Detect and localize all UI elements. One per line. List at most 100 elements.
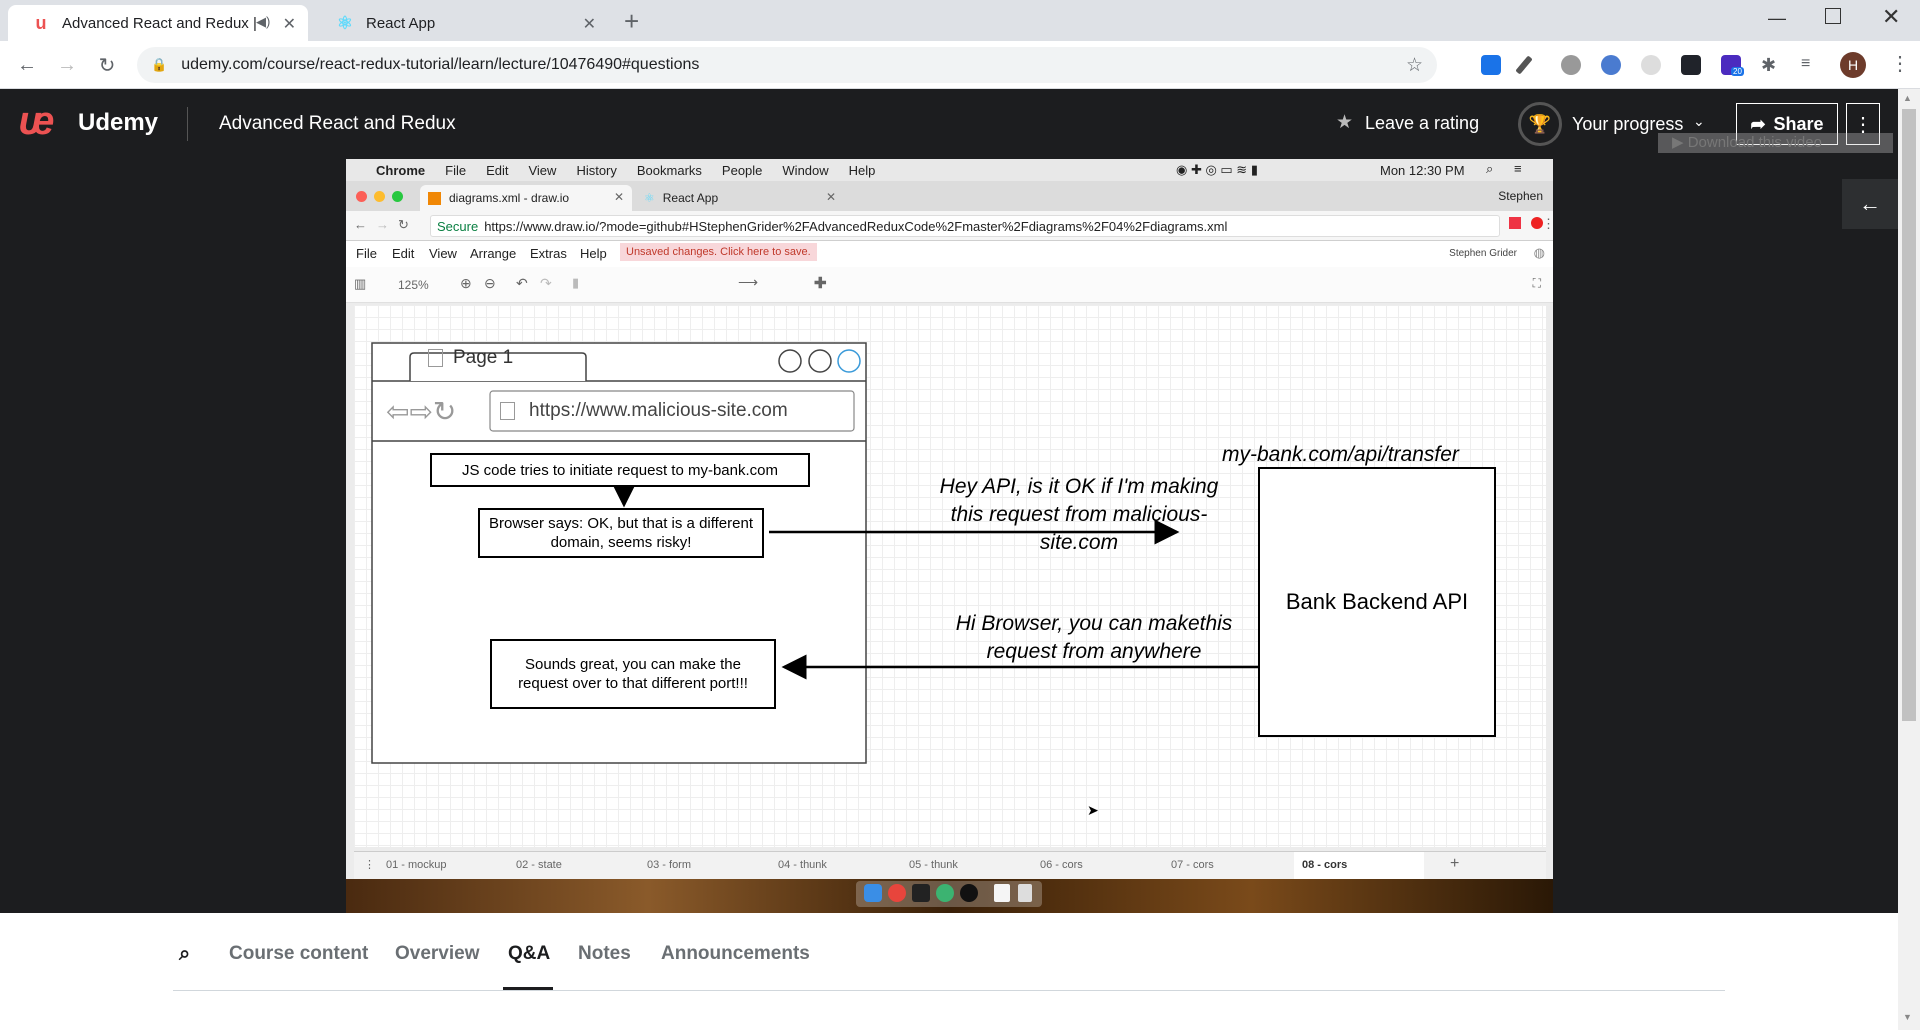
browser-tab-udemy[interactable]: u Advanced React and Redux | ◀) ✕ <box>8 5 308 41</box>
course-title[interactable]: Advanced React and Redux <box>219 113 456 135</box>
close-tab-icon[interactable]: ✕ <box>283 14 296 34</box>
react-favicon-icon: ⚛ <box>336 12 354 33</box>
mac-tab-drawio: diagrams.xml - draw.io ✕ <box>420 185 632 211</box>
scrollbar-thumb[interactable] <box>1902 109 1916 721</box>
reload-icon[interactable]: ↻ <box>93 51 121 79</box>
box-sounds-great: Sounds great, you can make the request o… <box>490 639 776 709</box>
drawio-account: Stephen Grider <box>1449 248 1517 259</box>
close-window-icon[interactable]: ✕ <box>1882 4 1900 30</box>
share-label: Share <box>1773 113 1824 134</box>
tab-course-content[interactable]: Course content <box>229 943 368 965</box>
menu-icon: ⋮ <box>1542 216 1553 231</box>
box-js-request: JS code tries to initiate request to my-… <box>430 453 810 487</box>
notification-icon: ≡ <box>1514 161 1522 176</box>
mac-menu-item: Edit <box>486 162 509 178</box>
restore-icon[interactable] <box>1825 8 1841 24</box>
redo-icon: ↷ <box>540 275 552 291</box>
mac-chrome-user: Stephen <box>1498 189 1543 203</box>
request-message-label: Hey API, is it OK if I'm making this req… <box>939 475 1219 554</box>
mac-address-bar: ← → ↻ Secure https://www.draw.io/?mode=g… <box>346 211 1553 241</box>
extension-icon[interactable] <box>1481 55 1501 75</box>
delete-icon: ▮ <box>572 275 580 290</box>
tab-announcements[interactable]: Announcements <box>661 943 810 965</box>
minimize-icon[interactable]: — <box>1768 8 1786 29</box>
mac-clock: Mon 12:30 PM <box>1380 163 1465 178</box>
mac-url-field: Secure https://www.draw.io/?mode=github#… <box>430 215 1500 237</box>
mac-tab-react-app: ⚛ React App ✕ <box>636 185 844 211</box>
react-favicon-icon: ⚛ <box>644 191 655 205</box>
scroll-down-icon[interactable]: ▼ <box>1903 1012 1912 1022</box>
insert-icon: ✚ <box>814 275 827 292</box>
mac-menu-item: View <box>528 162 557 178</box>
scroll-up-icon[interactable]: ▲ <box>1903 93 1912 103</box>
profile-avatar[interactable]: H <box>1840 52 1866 78</box>
terminal-icon <box>912 884 930 902</box>
download-video-overlay[interactable]: ▶ Download this video <box>1658 133 1893 153</box>
udemy-header: ᵫ Udemy Advanced React and Redux ★ Leave… <box>0 89 1898 159</box>
header-divider <box>187 107 188 141</box>
drawio-page-tab: 04 - thunk <box>778 859 827 871</box>
speaker-icon[interactable]: ◀) <box>256 14 270 30</box>
react-devtools-icon[interactable] <box>1681 55 1701 75</box>
fullscreen-icon: ⛶ <box>1532 276 1541 290</box>
bank-endpoint-label: my-bank.com/api/transfer <box>1222 443 1459 466</box>
search-icon[interactable]: ⌕ <box>179 943 190 966</box>
your-progress-button[interactable]: Your progress <box>1572 114 1683 135</box>
globe-icon: ◍ <box>1533 245 1545 260</box>
mac-url-text: https://www.draw.io/?mode=github#HStephe… <box>484 218 1228 234</box>
forward-icon: → <box>376 217 389 232</box>
puzzle-icon[interactable]: ✱ <box>1761 55 1781 75</box>
leave-rating-button[interactable]: Leave a rating <box>1365 113 1479 134</box>
drawio-menu-item: Edit <box>392 246 415 261</box>
page-scrollbar[interactable]: ▲ ▼ <box>1898 89 1920 1030</box>
zoom-in-icon: ⊕ <box>460 275 472 291</box>
gear-extension-icon[interactable] <box>1561 55 1581 75</box>
close-tab-icon: ✕ <box>613 190 624 204</box>
share-icon: ➦ <box>1750 113 1766 134</box>
bookmark-star-icon[interactable]: ☆ <box>1406 54 1423 77</box>
active-tab-indicator <box>503 987 553 990</box>
back-icon: ← <box>354 217 367 232</box>
mockup-url-text: https://www.malicious-site.com <box>529 400 788 421</box>
drawio-toolbar: ▥ 125% ⊕ ⊖ ↶ ↷ ▮ ⟶ ✚ ⛶ <box>346 267 1553 303</box>
new-tab-icon[interactable]: + <box>624 6 639 37</box>
udemy-logo-text[interactable]: Udemy <box>78 109 158 137</box>
drawio-page-tabs: ⋮ 01 - mockup 02 - state 03 - form 04 - … <box>354 851 1546 879</box>
mac-menu-item: File <box>445 162 467 178</box>
drawio-menu-item: Extras <box>530 246 567 261</box>
mockup-window-button <box>837 349 861 373</box>
chrome-menu-icon[interactable]: ⋮ <box>1890 51 1910 76</box>
trophy-icon[interactable]: 🏆 <box>1518 102 1562 146</box>
connection-icon: ⟶ <box>738 274 759 290</box>
mac-menu-bar: Chrome File Edit View History Bookmarks … <box>346 159 1553 181</box>
udemy-logo-icon[interactable]: ᵫ <box>18 101 55 141</box>
mockup-nav-arrows: ⇦⇨↻ <box>386 395 456 428</box>
mac-tab-title: diagrams.xml - draw.io <box>449 191 570 205</box>
back-icon[interactable]: ← <box>13 51 41 79</box>
mouse-cursor-icon: ➤ <box>1087 802 1099 818</box>
tab-title: React App <box>366 14 436 32</box>
drawio-menu-bar: File Edit View Arrange Extras Help Unsav… <box>346 241 1553 267</box>
eyedropper-icon[interactable] <box>1515 55 1533 75</box>
address-bar[interactable]: 🔒 udemy.com/course/react-redux-tutorial/… <box>137 47 1437 83</box>
drawio-menu-item: Help <box>580 246 607 261</box>
drawio-page-tab: 02 - state <box>516 859 562 871</box>
mac-minimize-icon <box>374 191 385 202</box>
drawio-canvas: ⇦⇨↻ Page 1 https://www.malicious-site.co… <box>354 305 1546 847</box>
page-tab-text: Page 1 <box>453 347 514 368</box>
tab-notes[interactable]: Notes <box>578 943 631 965</box>
tab-overview[interactable]: Overview <box>395 943 480 965</box>
mac-menu-item: History <box>576 162 617 178</box>
media-control-icon[interactable]: ≡ <box>1801 55 1821 75</box>
forward-icon[interactable]: → <box>53 51 81 79</box>
mockup-page-tab-label: Page 1 <box>428 347 513 369</box>
browser-tab-react-app[interactable]: ⚛ React App ✕ <box>312 5 608 41</box>
drawio-page-tab: 07 - cors <box>1171 859 1214 871</box>
extension-icon[interactable] <box>1601 55 1621 75</box>
collapse-sidebar-icon[interactable]: ← <box>1842 179 1898 229</box>
tab-qa[interactable]: Q&A <box>508 943 550 965</box>
extension-icon[interactable] <box>1641 55 1661 75</box>
close-tab-icon[interactable]: ✕ <box>583 14 596 34</box>
close-tab-icon: ✕ <box>825 190 836 204</box>
redux-devtools-icon[interactable]: 20 <box>1721 55 1744 76</box>
